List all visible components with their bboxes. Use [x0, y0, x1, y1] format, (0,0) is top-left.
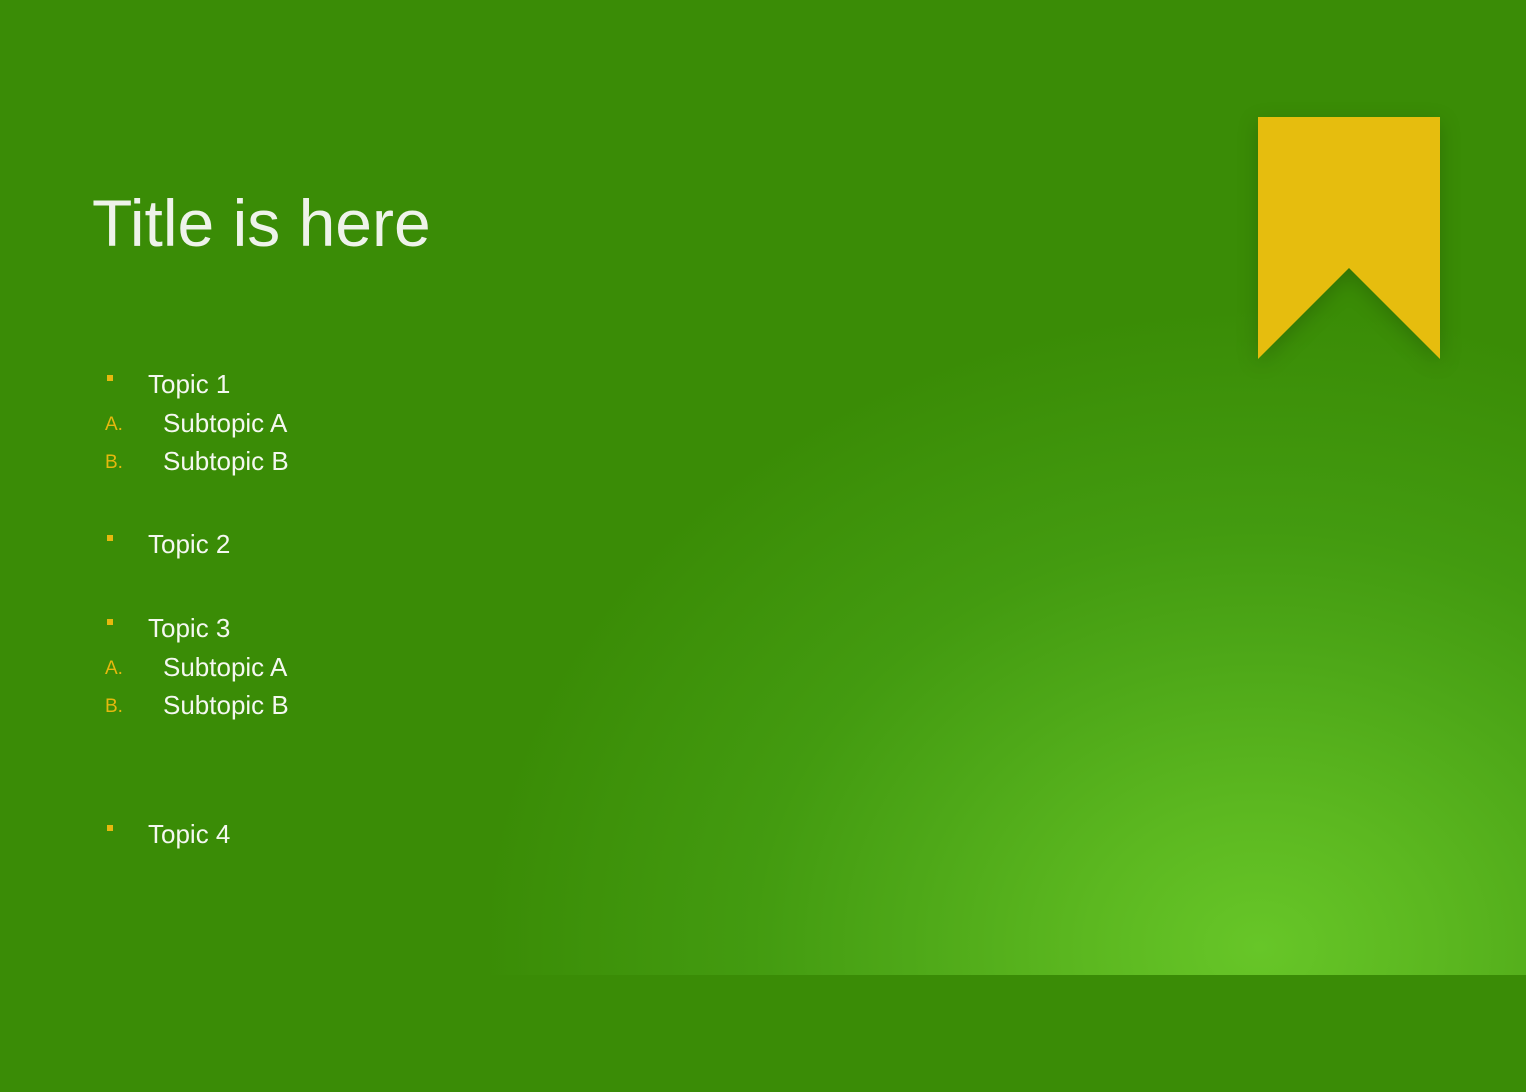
subtopic-item: Subtopic B	[163, 446, 289, 476]
subtopic-item: Subtopic A	[163, 652, 288, 682]
topic-item: Topic 3	[148, 613, 231, 643]
slide-title: Title is here	[92, 186, 431, 260]
square-bullet-icon	[107, 825, 113, 831]
square-bullet-icon	[107, 619, 113, 625]
subtopic-marker: B.	[105, 696, 123, 717]
subtopic-item: Subtopic B	[163, 690, 289, 720]
bookmark-icon	[1258, 117, 1440, 359]
topic-item: Topic 4	[148, 819, 231, 849]
topic-item: Topic 1	[148, 369, 231, 399]
subtopic-marker: A.	[105, 658, 123, 679]
topic-item: Topic 2	[148, 529, 231, 559]
subtopic-marker: A.	[105, 414, 123, 435]
subtopic-item: Subtopic A	[163, 408, 288, 438]
subtopic-marker: B.	[105, 452, 123, 473]
square-bullet-icon	[107, 375, 113, 381]
slide: Title is here Topic 1 A. Subtopic A B. S…	[0, 0, 1526, 1092]
square-bullet-icon	[107, 535, 113, 541]
